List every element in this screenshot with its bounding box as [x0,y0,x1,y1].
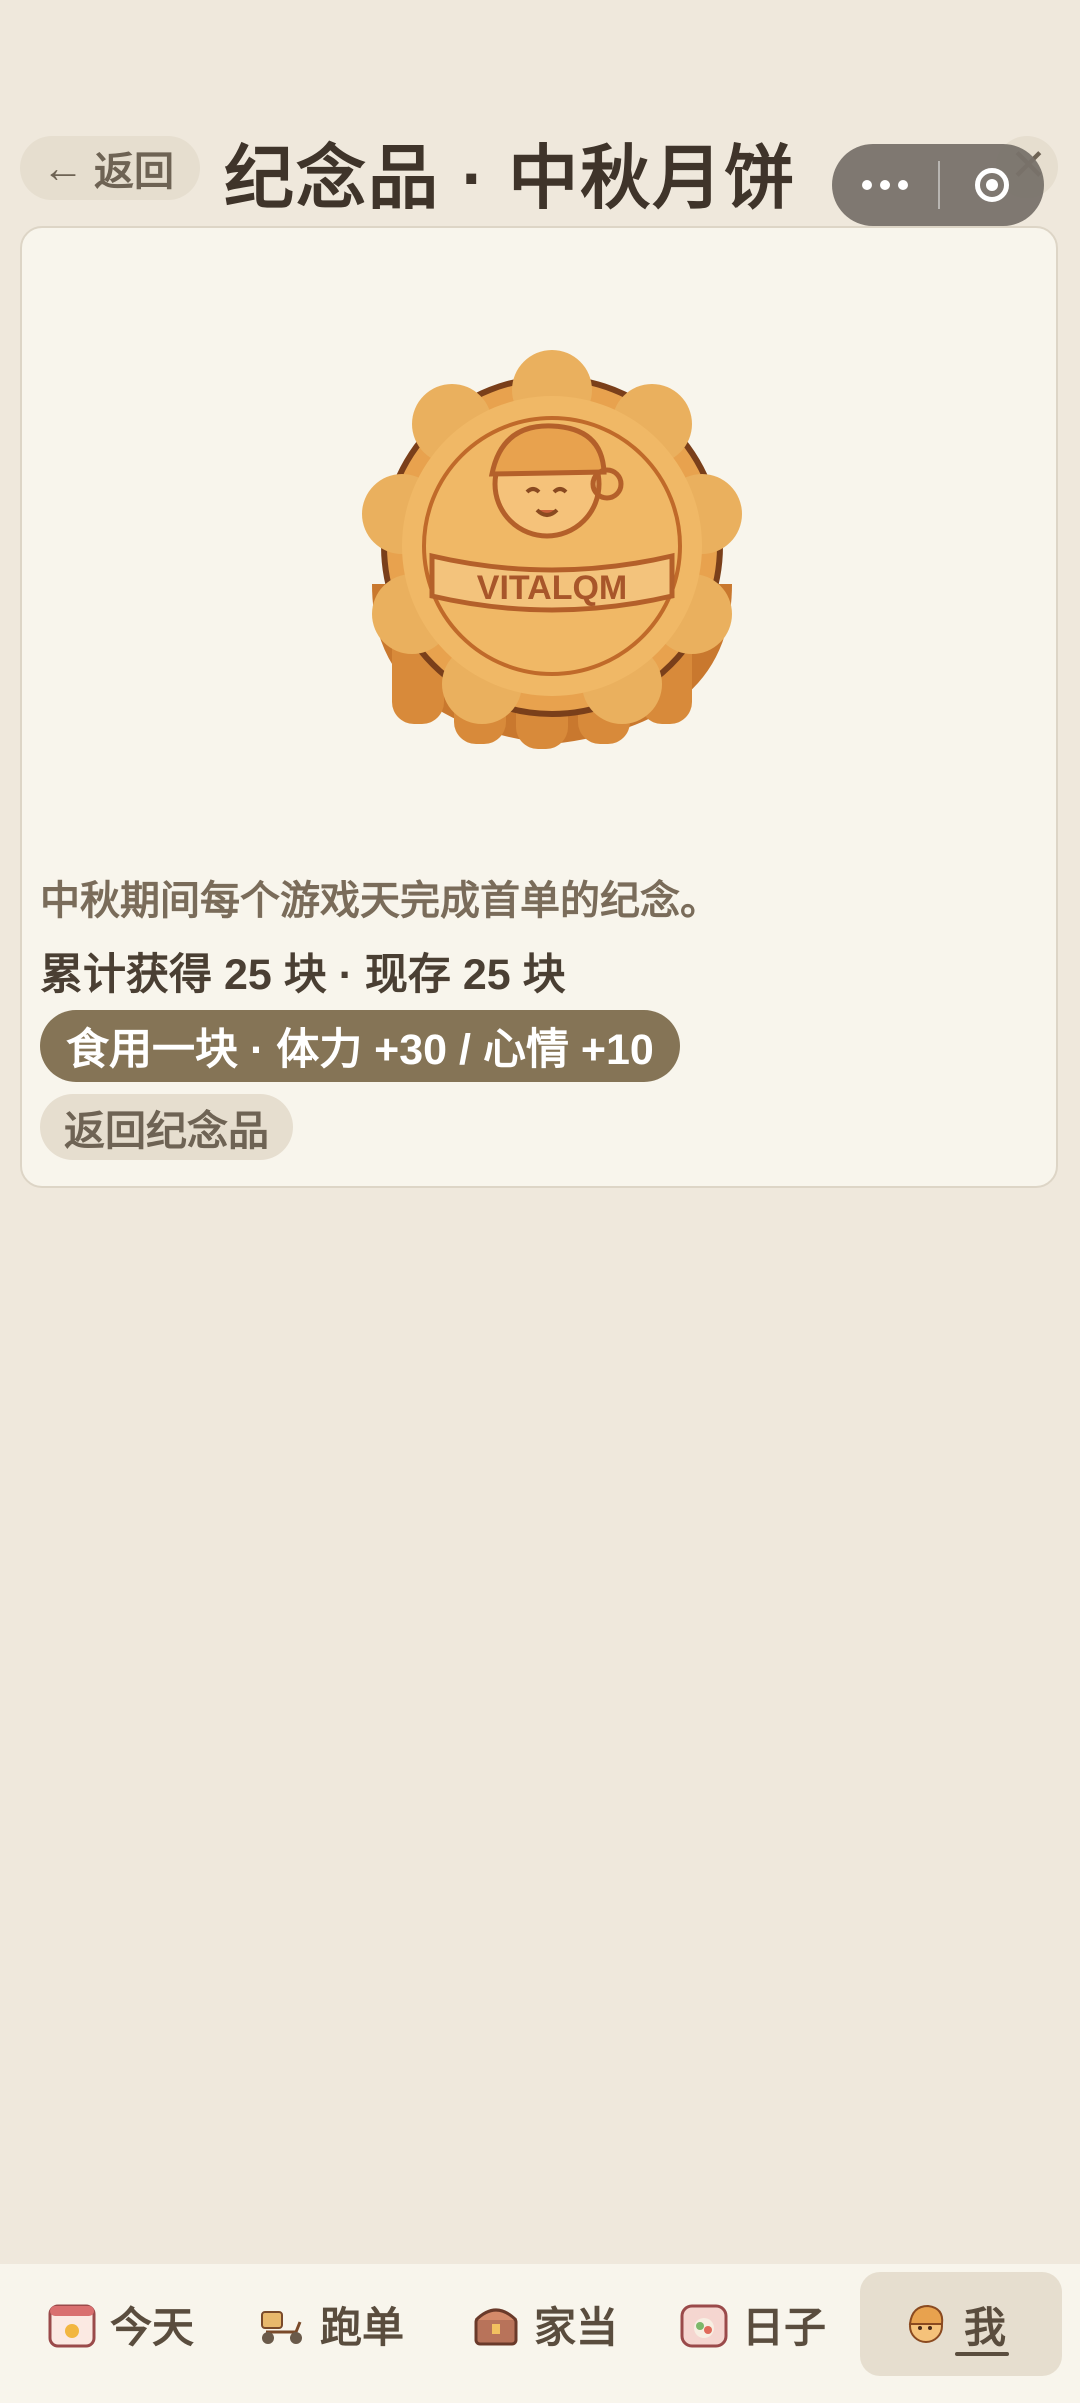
header: ← 返回 纪念品 · 中秋月饼 ✕ [0,0,1080,230]
souvenir-count: 累计获得 25 块 · 现存 25 块 [40,951,566,999]
tab-belongings-label: 家当 [534,2303,619,2351]
miniprogram-capsule [832,144,1044,226]
treasure-chest-icon [474,2308,518,2346]
tab-today[interactable]: 今天 [46,2272,194,2376]
page-title: 纪念品 · 中秋月饼 [224,139,797,217]
souvenir-card: VITALQM 中秋期间每个游戏天完成首单的纪念。 累计获得 25 块 · 现存… [20,226,1058,1188]
mooncake-image: VITALQM [332,334,772,774]
tab-me-label: 我 [964,2303,1007,2351]
souvenir-description: 中秋期间每个游戏天完成首单的纪念。 [40,879,720,923]
back-button[interactable]: ← 返回 [20,136,200,200]
scooter-icon [261,2311,302,2344]
tab-days-label: 日子 [742,2303,827,2351]
tab-delivery-label: 跑单 [320,2303,405,2351]
back-to-souvenirs-button[interactable]: 返回纪念品 [40,1094,293,1160]
tab-me[interactable]: 我 [860,2272,1062,2376]
exit-target-icon[interactable] [940,144,1044,226]
tab-days[interactable]: 日子 [678,2272,826,2376]
tab-belongings[interactable]: 家当 [470,2272,618,2376]
eat-one-button[interactable]: 食用一块 · 体力 +30 / 心情 +10 [40,1010,680,1082]
active-tab-indicator [955,2352,1009,2356]
calendar-sun-icon [48,2304,96,2348]
bottom-tab-bar: 今天 跑单 家当 日子 我 [0,2264,1080,2403]
mooncake-emblem-text: VITALQM [477,569,627,607]
arrow-left-icon: ← [42,144,84,191]
more-options-icon[interactable] [832,144,938,226]
calendar-food-icon [680,2304,728,2348]
courier-avatar-icon [908,2304,944,2343]
tab-today-label: 今天 [110,2303,195,2351]
tab-delivery[interactable]: 跑单 [256,2272,404,2376]
back-label: 返回 [94,150,174,194]
